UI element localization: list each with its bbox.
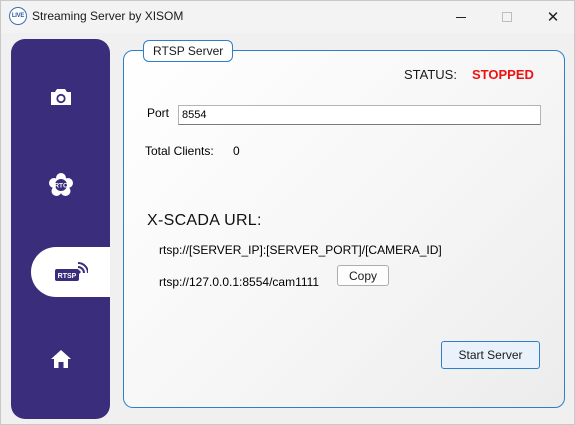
copy-button[interactable]: Copy <box>337 265 389 286</box>
total-clients-label: Total Clients: <box>145 144 214 158</box>
port-input[interactable] <box>178 105 541 125</box>
port-label: Port <box>147 106 170 120</box>
url-template: rtsp://[SERVER_IP]:[SERVER_PORT]/[CAMERA… <box>159 243 442 257</box>
app-window: LIVE Streaming Server by XISOM ✕ RTC RTS… <box>0 0 575 425</box>
minimize-button[interactable] <box>438 1 484 33</box>
maximize-button[interactable] <box>484 1 530 33</box>
rtc-icon: RTC <box>48 173 73 196</box>
status-label: STATUS: <box>404 67 457 82</box>
rtsp-icon-label: RTSP <box>57 273 76 280</box>
maximize-icon <box>502 12 512 22</box>
window-title: Streaming Server by XISOM <box>32 9 184 23</box>
group-title: RTSP Server <box>143 40 234 62</box>
minimize-icon <box>456 16 466 18</box>
sidebar-item-rtc[interactable]: RTC <box>11 155 110 215</box>
close-button[interactable]: ✕ <box>530 1 575 33</box>
sidebar-item-rtsp[interactable]: RTSP <box>31 247 110 297</box>
start-server-button[interactable]: Start Server <box>441 341 540 369</box>
xscada-url-heading: X-SCADA URL: <box>147 212 262 229</box>
sidebar: RTC RTSP <box>11 39 110 419</box>
app-logo-icon: LIVE <box>9 7 27 25</box>
title-bar[interactable]: LIVE Streaming Server by XISOM ✕ <box>1 1 574 33</box>
url-actual: rtsp://127.0.0.1:8554/cam1111 <box>159 275 320 289</box>
total-clients-value: 0 <box>233 144 240 158</box>
home-icon <box>50 350 71 368</box>
sidebar-item-home[interactable] <box>11 329 110 389</box>
camera-icon <box>50 89 71 105</box>
status-value: STOPPED <box>472 67 534 82</box>
close-icon: ✕ <box>546 8 560 26</box>
rtsp-icon: RTSP <box>54 262 88 281</box>
sidebar-item-camera[interactable] <box>11 67 110 127</box>
rtc-icon-label: RTC <box>54 183 68 190</box>
